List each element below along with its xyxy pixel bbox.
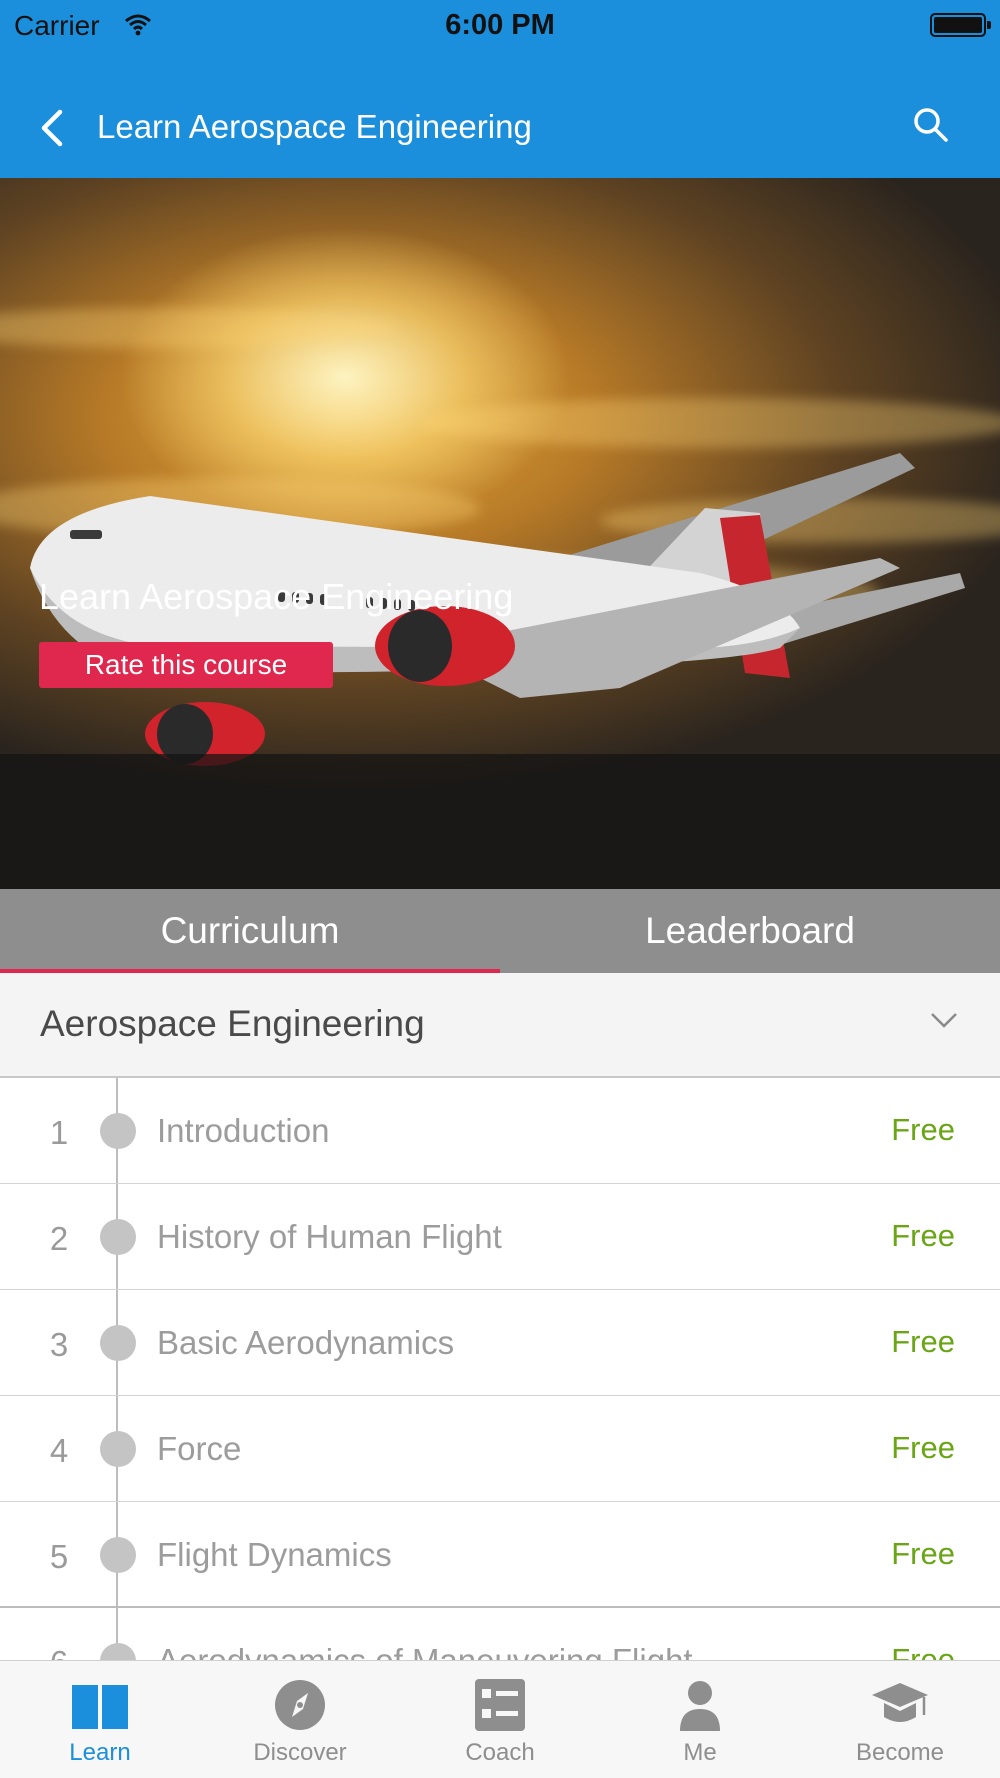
compass-icon [275,1680,325,1730]
search-icon[interactable] [912,106,950,144]
battery-icon [930,13,991,37]
tabbar-label: Learn [69,1739,131,1766]
lesson-row[interactable]: 1 Introduction Free [0,1078,1000,1184]
section-title: Aerospace Engineering [40,1003,425,1044]
chevron-down-icon[interactable] [930,1011,958,1029]
lesson-price: Free [891,1430,955,1465]
lesson-dot [100,1325,136,1361]
status-bar: Carrier 6:00 PM [0,0,1000,52]
lesson-title: Flight Dynamics [157,1536,392,1573]
lesson-list: 1 Introduction Free 2 History of Human F… [0,1078,1000,1660]
tabbar-item-coach[interactable]: Coach [400,1661,600,1778]
tabbar-label: Me [683,1739,717,1766]
lesson-title: Aerodynamics of Maneuvering Flight [157,1642,693,1660]
clock: 6:00 PM [445,9,555,41]
person-icon [680,1681,720,1731]
top-bar: Carrier 6:00 PM Learn Aerospace Engineer… [0,0,1000,178]
lesson-price: Free [891,1324,955,1359]
lesson-row[interactable]: 4 Force Free [0,1396,1000,1502]
lesson-price: Free [891,1218,955,1253]
tabbar-item-discover[interactable]: Discover [200,1661,400,1778]
lesson-number: 4 [49,1432,69,1469]
nav-bar: Learn Aerospace Engineering [0,86,1000,166]
hero-overlay [0,754,1000,889]
tabbar-label: Discover [253,1739,347,1766]
lesson-price: Free [891,1112,955,1147]
tab-curriculum[interactable]: Curriculum [0,889,500,973]
tabbar-item-me[interactable]: Me [600,1661,800,1778]
lesson-price: Free [891,1642,955,1660]
tab-leaderboard[interactable]: Leaderboard [500,889,1000,973]
lesson-number: 2 [49,1220,69,1257]
lesson-row[interactable]: 5 Flight Dynamics Free [0,1502,1000,1608]
tabbar-item-learn[interactable]: Learn [0,1661,200,1778]
course-hero-image [0,178,1000,889]
lesson-dot [100,1113,136,1149]
lesson-number: 1 [49,1114,69,1151]
course-title: Learn Aerospace Engineering [39,576,514,617]
lesson-row[interactable]: 6 Aerodynamics of Maneuvering Flight Fre… [0,1608,1000,1660]
tabbar-item-become[interactable]: Become [800,1661,1000,1778]
lesson-title: Basic Aerodynamics [157,1324,455,1361]
lesson-dot [100,1643,136,1660]
lesson-number: 6 [34,1644,84,1660]
bottom-tab-bar: Learn Discover Coach Me Become [0,1660,1000,1778]
lesson-number: 3 [49,1326,69,1363]
back-arrow-icon[interactable] [36,108,72,148]
section-header[interactable]: Aerospace Engineering [0,973,1000,1078]
tabbar-label: Coach [465,1739,535,1766]
rate-course-button[interactable]: Rate this course [39,642,333,688]
lesson-dot [100,1537,136,1573]
checklist-icon [475,1679,525,1731]
lesson-price: Free [891,1536,955,1571]
lesson-row[interactable]: 3 Basic Aerodynamics Free [0,1290,1000,1396]
graduation-cap-icon [872,1683,928,1722]
page-title: Learn Aerospace Engineering [97,108,532,145]
tabbar-label: Become [855,1739,945,1766]
lesson-title: History of Human Flight [157,1218,502,1255]
lesson-title: Force [157,1430,242,1467]
segment-tabs: Curriculum Leaderboard [0,889,1000,973]
book-icon [72,1685,128,1729]
lesson-title: Introduction [157,1112,330,1149]
lesson-number: 5 [49,1538,69,1575]
lesson-row[interactable]: 2 History of Human Flight Free [0,1184,1000,1290]
lesson-dot [100,1431,136,1467]
lesson-dot [100,1219,136,1255]
